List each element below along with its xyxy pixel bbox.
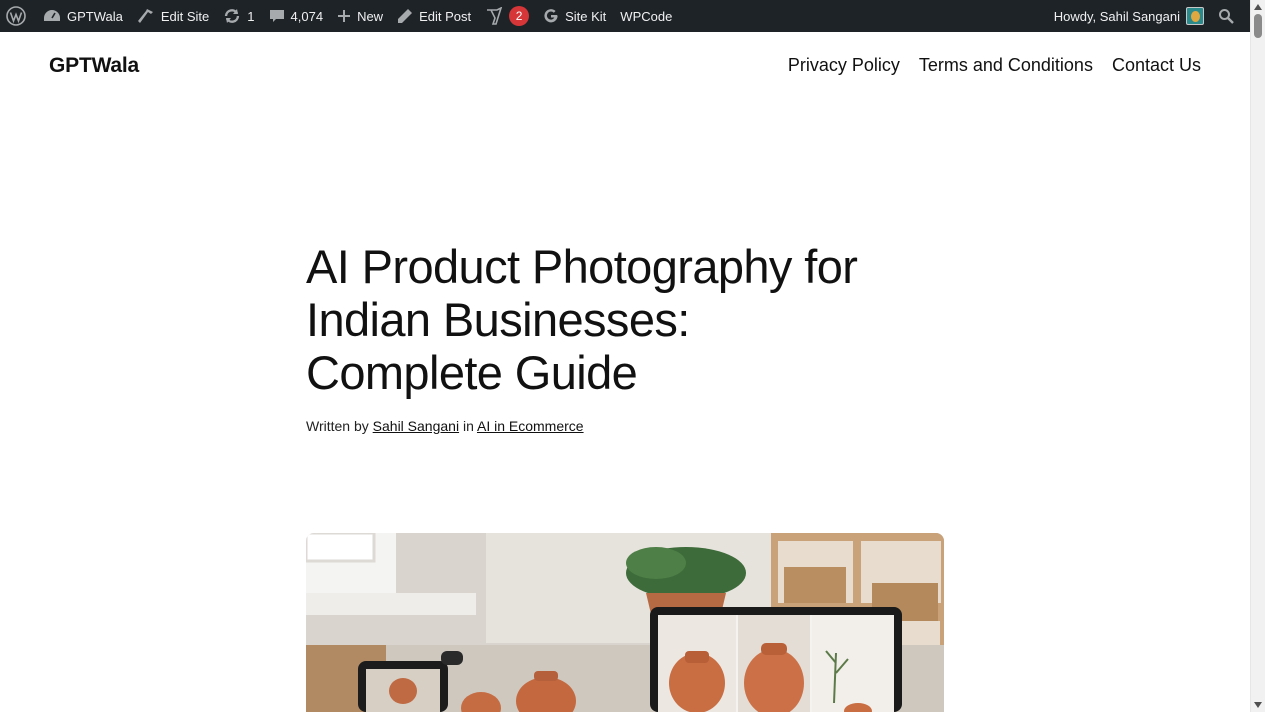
google-g-icon xyxy=(543,8,559,24)
featured-image xyxy=(306,533,944,712)
scroll-down-arrow-icon[interactable] xyxy=(1254,702,1262,708)
account-menu[interactable]: Howdy, Sahil Sangani xyxy=(1047,0,1211,32)
yoast-seo-button[interactable]: 2 xyxy=(478,0,536,32)
edit-post-label: Edit Post xyxy=(419,8,472,24)
site-title[interactable]: GPTWala xyxy=(49,54,139,78)
search-icon xyxy=(1218,8,1234,24)
edit-site-button[interactable]: Edit Site xyxy=(130,0,216,32)
site-name-label: GPTWala xyxy=(67,8,123,24)
site-kit-button[interactable]: Site Kit xyxy=(536,0,613,32)
admin-bar-right: Howdy, Sahil Sangani xyxy=(1047,0,1250,32)
comments-count: 4,074 xyxy=(290,8,324,24)
dashboard-icon xyxy=(43,8,61,24)
nav-contact-us[interactable]: Contact Us xyxy=(1112,55,1201,76)
new-content-button[interactable]: New xyxy=(330,0,390,32)
yoast-badge: 2 xyxy=(509,6,530,26)
nav-privacy-policy[interactable]: Privacy Policy xyxy=(788,55,900,76)
yoast-icon xyxy=(485,7,503,25)
page-scrollbar[interactable] xyxy=(1250,0,1265,712)
comment-icon xyxy=(269,8,285,24)
avatar xyxy=(1186,7,1204,25)
nav-terms-and-conditions[interactable]: Terms and Conditions xyxy=(919,55,1093,76)
category-link[interactable]: AI in Ecommerce xyxy=(477,418,584,434)
plus-icon xyxy=(337,9,351,23)
comments-button[interactable]: 4,074 xyxy=(262,0,331,32)
written-by-label: Written by xyxy=(306,418,369,434)
primary-navigation: Privacy Policy Terms and Conditions Cont… xyxy=(788,55,1201,76)
edit-site-label: Edit Site xyxy=(160,8,210,24)
updates-button[interactable]: 1 xyxy=(216,0,261,32)
author-link[interactable]: Sahil Sangani xyxy=(373,418,459,434)
post-meta: Written by Sahil Sangani in AI in Ecomme… xyxy=(306,418,584,434)
hammer-icon xyxy=(137,7,155,25)
scroll-thumb[interactable] xyxy=(1254,14,1262,38)
updates-count: 1 xyxy=(247,8,255,24)
pencil-icon xyxy=(397,8,413,24)
admin-bar: GPTWala Edit Site 1 4,074 New Edit Post … xyxy=(0,0,1250,32)
wpcode-button[interactable]: WPCode xyxy=(613,0,679,32)
scroll-up-arrow-icon[interactable] xyxy=(1254,4,1262,10)
refresh-icon xyxy=(223,7,241,25)
site-name-menu[interactable]: GPTWala xyxy=(36,0,130,32)
search-button[interactable] xyxy=(1211,0,1250,32)
wordpress-logo-icon[interactable] xyxy=(0,0,36,32)
edit-post-button[interactable]: Edit Post xyxy=(390,0,478,32)
site-kit-label: Site Kit xyxy=(565,8,607,24)
featured-image-illustration xyxy=(306,533,944,712)
wpcode-label: WPCode xyxy=(620,8,673,24)
new-label: New xyxy=(357,8,384,24)
in-label: in xyxy=(462,418,474,434)
post-title: AI Product Photography for Indian Busine… xyxy=(306,240,858,399)
howdy-label: Howdy, Sahil Sangani xyxy=(1053,8,1180,24)
